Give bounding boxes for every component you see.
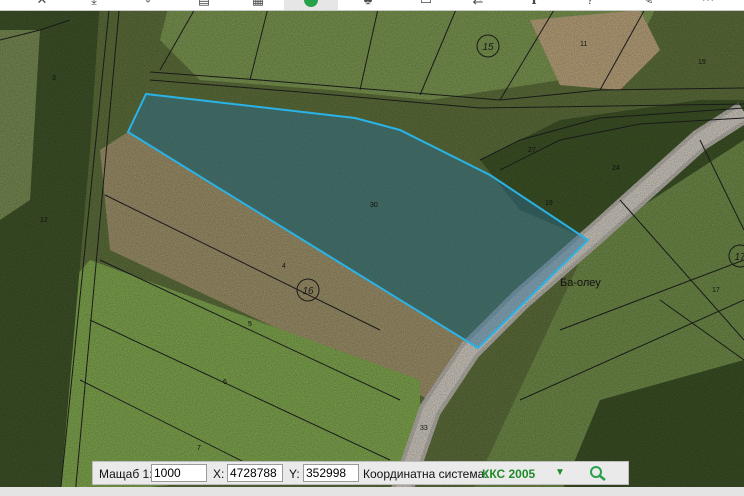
chevron-down-icon[interactable]: ▼	[555, 467, 565, 478]
block-number: 17	[734, 252, 744, 263]
cadastral-map[interactable]: 16 15 17 30 4 5 6 7 11 19 24 27 17 19 33…	[0, 0, 744, 496]
parcel-number: 19	[698, 59, 706, 66]
parcel-number: 5	[248, 321, 252, 328]
scale-label: Мащаб 1:	[99, 467, 153, 481]
download-icon[interactable]: ⤓	[86, 0, 102, 7]
close-icon[interactable]: ✕	[34, 0, 50, 7]
search-icon	[590, 466, 606, 481]
toolbar: ✕ ⤓ ⌖ ▤ ▦ ♣ ▭ ⇄ ℹ ? ✎ ⋯	[0, 0, 744, 11]
road-label: Ба-олеу	[560, 277, 601, 289]
parcel-number: 24	[612, 165, 620, 172]
coordinates-bar: Мащаб 1: X: Y: Координатна система: ККС …	[92, 461, 629, 485]
share-icon[interactable]: ⇄	[470, 0, 486, 7]
block-number: 16	[302, 286, 314, 297]
more-icon[interactable]: ⋯	[700, 0, 716, 7]
parcel-number: 12	[40, 217, 48, 224]
edit-icon[interactable]: ✎	[640, 0, 656, 7]
x-label: X:	[213, 467, 225, 481]
book-icon[interactable]: ▭	[418, 0, 434, 7]
help-icon[interactable]: ?	[582, 0, 598, 7]
layers-icon[interactable]: ▤	[196, 0, 212, 7]
y-label: Y:	[289, 467, 300, 481]
table-icon[interactable]: ▦	[250, 0, 266, 7]
info-icon[interactable]: ℹ	[526, 0, 542, 7]
pin-icon[interactable]: ⌖	[140, 0, 156, 7]
bottom-strip	[0, 487, 744, 496]
parcel-number: 17	[712, 287, 720, 294]
parcel-number: 30	[370, 202, 378, 209]
parcel-number: 7	[197, 445, 201, 452]
x-input[interactable]	[227, 464, 283, 482]
parcel-number: 27	[528, 147, 536, 154]
block-number: 15	[482, 42, 494, 53]
tree-icon[interactable]: ♣	[360, 0, 376, 7]
search-button[interactable]	[587, 464, 609, 482]
y-input[interactable]	[303, 464, 359, 482]
scale-input[interactable]	[151, 464, 207, 482]
crs-label: Координатна система:	[363, 467, 488, 481]
parcel-number: 19	[545, 200, 553, 207]
parcel-number: 6	[223, 379, 227, 386]
crs-select[interactable]: ККС 2005	[482, 467, 535, 481]
parcel-number: 33	[420, 425, 428, 432]
parcel-number: 4	[282, 263, 286, 270]
parcel-number: 3	[52, 75, 56, 82]
parcel-number: 11	[580, 41, 587, 48]
